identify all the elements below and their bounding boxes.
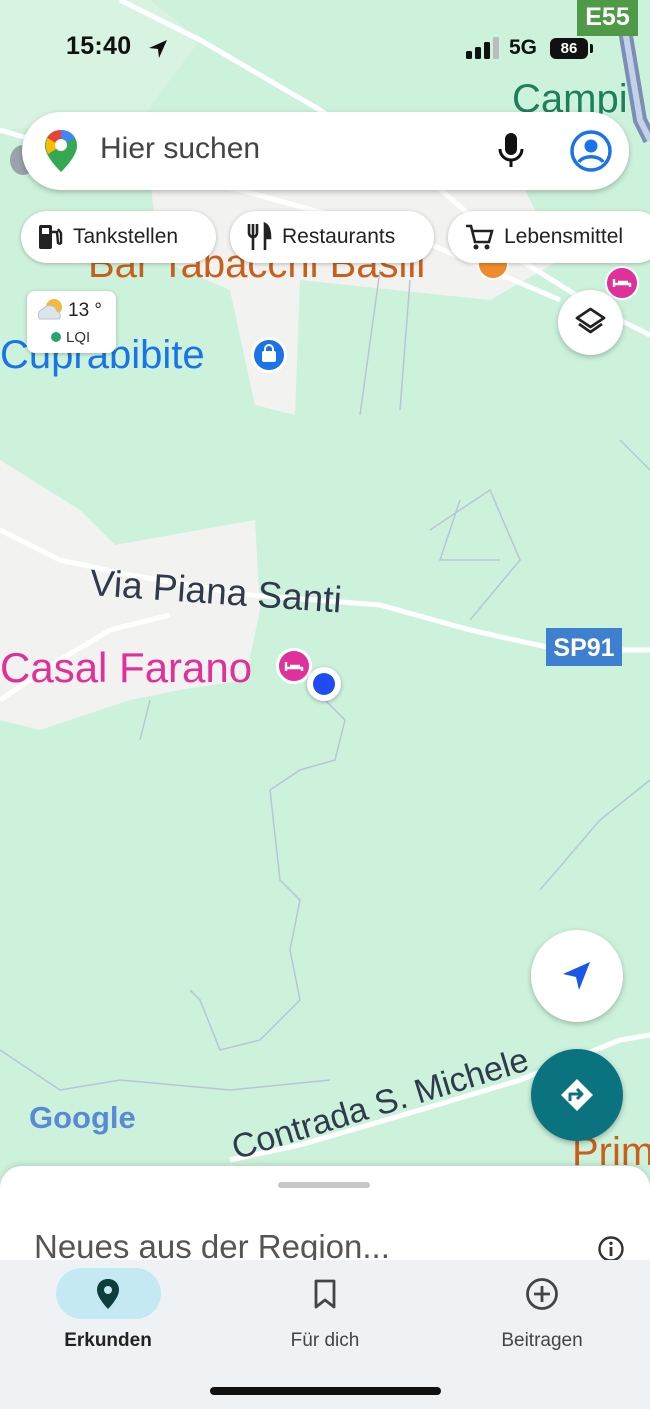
road-badge-sp91: SP91 [546,628,622,666]
chip-label: Tankstellen [73,225,179,248]
nav-item-for-you[interactable]: Für dich [245,1268,405,1358]
nav-label: Beitragen [501,1330,583,1351]
navigation-arrow-icon [563,962,590,990]
partly-cloudy-icon [37,299,62,320]
chip-label: Restaurants [282,225,396,248]
road-badge-e55: E55 [577,0,638,36]
status-time: 15:40 [66,32,132,60]
bookmark-icon [314,1279,336,1309]
air-quality-dot [51,332,61,342]
chip-gas-stations[interactable]: Tankstellen [21,211,216,263]
sheet-drag-handle[interactable] [278,1182,370,1188]
nav-label: Erkunden [64,1330,152,1351]
google-maps-pin-icon [45,130,77,172]
battery-nub [590,44,593,53]
nav-label: Für dich [290,1330,360,1351]
map-label-casal-farano[interactable]: Casal Farano [0,644,252,692]
account-avatar-icon[interactable] [569,129,613,173]
microphone-icon[interactable] [496,131,526,169]
network-type: 5G [509,36,538,59]
location-arrow-icon [149,40,167,58]
chip-groceries[interactable]: Lebensmittel [448,211,650,263]
my-location-button[interactable] [531,930,623,1022]
layers-button[interactable] [558,290,623,355]
air-quality-label: LQI [66,329,91,346]
cart-icon [466,224,494,250]
battery-icon: 86 [550,38,588,59]
chip-label: Lebensmittel [504,225,624,248]
nav-item-contribute[interactable]: Beitragen [462,1268,622,1358]
chip-restaurants[interactable]: Restaurants [230,211,434,263]
current-location-dot [307,667,341,701]
layers-icon [575,307,606,334]
hotel-pin-icon[interactable] [605,266,639,300]
signal-icon [466,37,499,59]
shop-pin-icon[interactable] [251,337,287,373]
gas-station-icon [39,225,63,249]
nav-item-explore[interactable]: Erkunden [28,1268,188,1358]
location-pin-icon [97,1279,119,1309]
info-icon[interactable] [597,1235,625,1263]
weather-temperature: 13 ° [68,300,103,321]
search-input[interactable]: Hier suchen [100,132,260,166]
home-indicator [210,1387,441,1395]
directions-button[interactable] [531,1049,623,1141]
directions-icon [561,1079,593,1111]
google-attribution-logo: Google [29,1100,136,1135]
restaurant-icon [247,222,272,250]
add-circle-icon [526,1278,558,1310]
